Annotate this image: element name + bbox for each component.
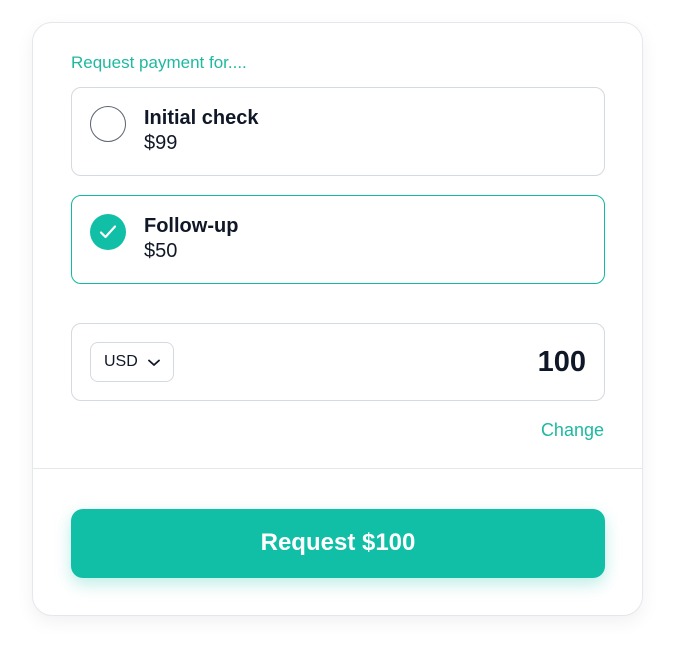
option-follow-up[interactable]: Follow-up $50 [71,195,605,284]
currency-label: USD [104,353,138,370]
payment-request-card: Request payment for.... Initial check $9… [32,22,643,616]
chevron-down-icon [148,359,160,366]
option-initial-check[interactable]: Initial check $99 [71,87,605,176]
change-link[interactable]: Change [541,420,604,441]
request-payment-button[interactable]: Request $100 [71,509,605,578]
option-price: $50 [144,240,178,262]
radio-checked[interactable] [90,214,126,250]
option-price: $99 [144,132,178,154]
amount-value[interactable]: 100 [538,346,586,379]
divider [33,468,642,469]
option-title: Follow-up [144,215,239,237]
option-title: Initial check [144,107,259,129]
currency-select[interactable]: USD [90,342,174,382]
radio-unchecked[interactable] [90,106,126,142]
section-title: Request payment for.... [71,53,247,72]
amount-field[interactable]: USD 100 [71,323,605,401]
checkmark-icon [99,225,117,239]
request-button-label: Request $100 [260,529,416,556]
